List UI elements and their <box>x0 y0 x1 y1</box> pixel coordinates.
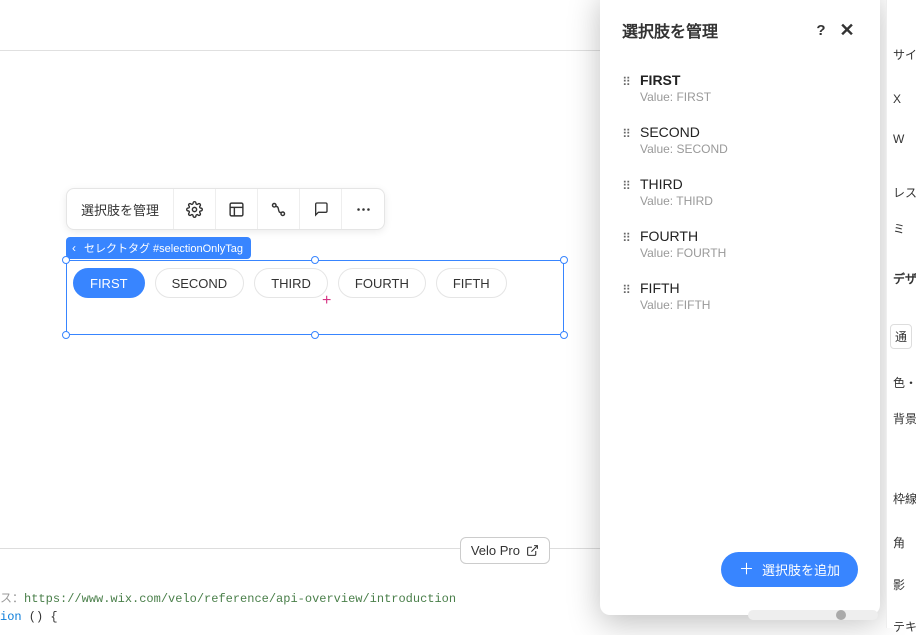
prop-design: デザ <box>893 270 916 287</box>
manage-options-text-button[interactable]: 選択肢を管理 <box>67 189 174 229</box>
more-options-icon[interactable] <box>342 189 384 229</box>
prop-border: 枠線 <box>893 490 916 507</box>
right-properties-strip: サイ X W レス ミ デザ 通 色・ス 背景 枠線 角 影 テキ <box>886 0 916 628</box>
option-row-fourth[interactable]: ⠿ FOURTH Value: FOURTH <box>600 218 880 270</box>
options-list: ⠿ FIRST Value: FIRST ⠿ SECOND Value: SECOND ⠿ T… <box>600 56 880 538</box>
tag-first[interactable]: FIRST <box>73 268 145 298</box>
code-line-2: ion () { <box>0 610 58 624</box>
option-label: THIRD <box>640 176 713 192</box>
prop-text: テキ <box>893 618 916 635</box>
drag-handle-icon[interactable]: ⠿ <box>616 124 634 141</box>
option-row-second[interactable]: ⠿ SECOND Value: SECOND <box>600 114 880 166</box>
option-row-third[interactable]: ⠿ THIRD Value: THIRD <box>600 166 880 218</box>
prop-min: ミ <box>893 220 905 237</box>
resize-handle-tr[interactable] <box>560 256 568 264</box>
prop-color: 色・ス <box>893 374 916 391</box>
tag-fourth[interactable]: FOURTH <box>338 268 426 298</box>
add-option-button[interactable]: ＋ 選択肢を追加 <box>721 552 858 587</box>
velo-pro-label: Velo Pro <box>471 543 520 558</box>
anchor-marker: + <box>322 292 331 310</box>
horizontal-scroll-thumb[interactable] <box>836 610 846 620</box>
horizontal-scroll-track[interactable] <box>748 610 878 620</box>
settings-gear-icon[interactable] <box>174 189 216 229</box>
option-row-fifth[interactable]: ⠿ FIFTH Value: FIFTH <box>600 270 880 322</box>
component-badge-text: セレクトタグ #selectionOnlyTag <box>84 240 243 256</box>
option-value: Value: FIRST <box>640 90 711 104</box>
external-link-icon <box>526 544 539 557</box>
close-icon[interactable]: ✕ <box>836 19 858 41</box>
code-rest: () { <box>22 610 58 624</box>
comment-icon[interactable] <box>300 189 342 229</box>
resize-handle-bl[interactable] <box>62 331 70 339</box>
prop-w: W <box>893 132 904 146</box>
resize-handle-br[interactable] <box>560 331 568 339</box>
drag-handle-icon[interactable]: ⠿ <box>616 176 634 193</box>
prop-x: X <box>893 92 901 106</box>
option-label: FIRST <box>640 72 711 88</box>
prop-size: サイ <box>893 46 916 63</box>
popup-footer: ＋ 選択肢を追加 <box>600 538 880 615</box>
velo-pro-button[interactable]: Velo Pro <box>460 537 550 564</box>
tag-second[interactable]: SECOND <box>155 268 245 298</box>
add-option-label: 選択肢を追加 <box>762 560 840 579</box>
prop-shadow: 影 <box>893 576 905 593</box>
option-body: SECOND Value: SECOND <box>640 124 728 156</box>
option-value: Value: THIRD <box>640 194 713 208</box>
option-label: FOURTH <box>640 228 726 244</box>
floating-toolbar: 選択肢を管理 <box>66 188 385 230</box>
tags-row: FIRST SECOND THIRD FOURTH FIFTH <box>73 268 507 298</box>
resize-handle-tl[interactable] <box>62 256 70 264</box>
option-body: FIFTH Value: FIFTH <box>640 280 710 312</box>
resize-handle-bc[interactable] <box>311 331 319 339</box>
prop-responsive: レス <box>893 184 916 201</box>
plus-icon: ＋ <box>739 562 754 577</box>
option-value: Value: FOURTH <box>640 246 726 260</box>
resize-handle-tc[interactable] <box>311 256 319 264</box>
code-keyword: ion <box>0 610 22 624</box>
prop-background: 背景 <box>893 410 916 427</box>
drag-handle-icon[interactable]: ⠿ <box>616 280 634 297</box>
popup-title: 選択肢を管理 <box>622 18 810 42</box>
animation-icon[interactable] <box>258 189 300 229</box>
component-badge[interactable]: セレクトタグ #selectionOnlyTag <box>66 237 251 259</box>
prop-state-select[interactable]: 通 <box>890 324 912 349</box>
option-body: FIRST Value: FIRST <box>640 72 711 104</box>
layout-icon[interactable] <box>216 189 258 229</box>
option-value: Value: FIFTH <box>640 298 710 312</box>
option-body: THIRD Value: THIRD <box>640 176 713 208</box>
option-label: SECOND <box>640 124 728 140</box>
popup-header: 選択肢を管理 ? ✕ <box>600 0 880 56</box>
tag-third[interactable]: THIRD <box>254 268 328 298</box>
option-label: FIFTH <box>640 280 710 296</box>
selection-box[interactable]: FIRST SECOND THIRD FOURTH FIFTH <box>66 260 564 335</box>
prop-corner: 角 <box>893 534 905 551</box>
option-body: FOURTH Value: FOURTH <box>640 228 726 260</box>
option-value: Value: SECOND <box>640 142 728 156</box>
option-row-first[interactable]: ⠿ FIRST Value: FIRST <box>600 62 880 114</box>
manage-options-popup: 選択肢を管理 ? ✕ ⠿ FIRST Value: FIRST ⠿ SECOND Valu… <box>600 0 880 615</box>
code-url: https://www.wix.com/velo/reference/api-o… <box>24 592 456 606</box>
drag-handle-icon[interactable]: ⠿ <box>616 228 634 245</box>
code-line-1: ス：https://www.wix.com/velo/reference/api… <box>0 589 456 606</box>
code-prefix: ス： <box>0 592 24 606</box>
help-icon[interactable]: ? <box>810 19 832 41</box>
drag-handle-icon[interactable]: ⠿ <box>616 72 634 89</box>
tag-fifth[interactable]: FIFTH <box>436 268 507 298</box>
